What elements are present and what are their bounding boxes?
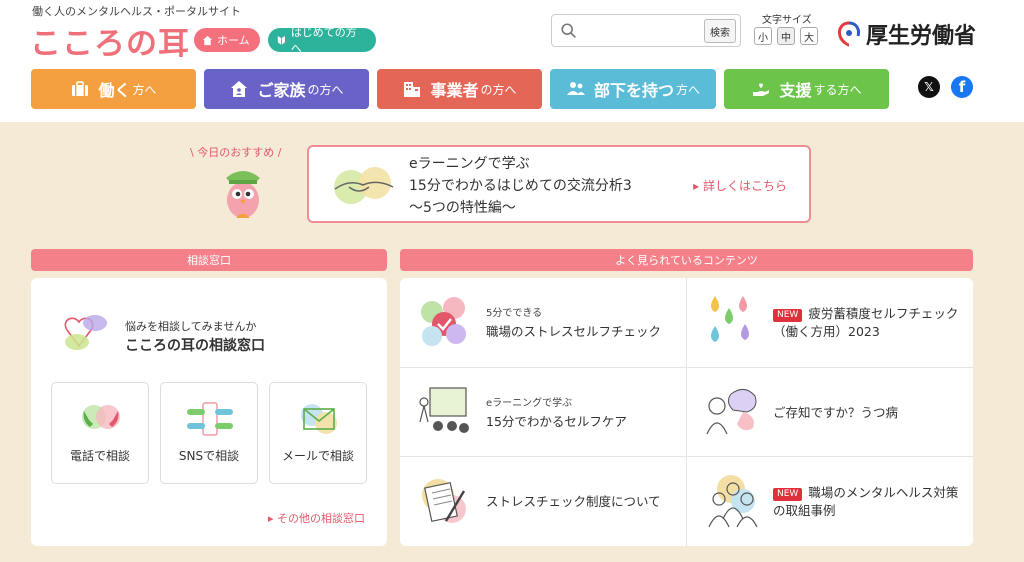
- popular-item-title: ご存知ですか？うつ病: [773, 404, 899, 420]
- helping-hand-icon: [753, 83, 770, 96]
- recommend-line-2: 15分でわかるはじめての交流分析3: [409, 178, 632, 194]
- building-icon: [404, 82, 421, 97]
- nav-managers[interactable]: 部下を持つ 方へ: [550, 69, 716, 109]
- nav-employers-suffix: の方へ: [480, 82, 517, 97]
- workplace-team-icon: [708, 475, 758, 528]
- site-logo[interactable]: こころの耳: [30, 18, 190, 63]
- nav-supporters-label: 支援: [779, 81, 812, 100]
- ministry-logo[interactable]: 厚生労働省: [836, 18, 976, 50]
- recommend-more-link[interactable]: ▸ 詳しくはこちら: [693, 177, 787, 194]
- ministry-emblem-icon: [838, 21, 860, 47]
- home-icon: [202, 35, 213, 45]
- font-size-small-button[interactable]: 小: [754, 27, 772, 45]
- site-tagline: 働く人のメンタルヘルス・ポータルサイト: [32, 5, 241, 18]
- font-size-medium-button[interactable]: 中: [777, 27, 795, 45]
- facebook-icon[interactable]: f: [951, 76, 973, 98]
- first-visit-button[interactable]: はじめての方へ: [268, 26, 376, 55]
- popular-item-stress-check[interactable]: 5分でできる 職場のストレスセルフチェック: [400, 278, 686, 367]
- font-size-label: 文字サイズ: [762, 15, 812, 26]
- consult-subtitle: 悩みを相談してみませんか: [125, 320, 257, 333]
- main-content: \ 今日のおすすめ / eラーニングで学ぶ 15分でわかるはじめての交流分析3 …: [0, 122, 1024, 562]
- people-icon: [566, 82, 585, 95]
- ministry-name: 厚生労働省: [866, 24, 977, 49]
- popular-item-selfcare[interactable]: eラーニングで学ぶ 15分でわかるセルフケア: [400, 368, 686, 457]
- popular-item-stress-system[interactable]: ストレスチェック制度について: [400, 457, 686, 546]
- mail-consult-card[interactable]: メールで相談: [269, 382, 367, 484]
- consult-heading: 相談窓口: [31, 249, 387, 271]
- popular-item-text: ストレスチェック制度について: [486, 457, 676, 546]
- recommend-line-1: eラーニングで学ぶ: [409, 156, 530, 172]
- nav-managers-label: 部下を持つ: [593, 81, 674, 100]
- beginner-mark-icon: [277, 35, 285, 45]
- popular-item-subtitle: 5分でできる: [486, 307, 543, 319]
- mail-consult-label: メールで相談: [281, 449, 354, 463]
- popular-item-title: NEW 職場のメンタルヘルス対策の取組事例: [773, 484, 963, 520]
- nav-family[interactable]: ご家族 の方へ: [204, 69, 369, 109]
- popular-item-depression[interactable]: ご存知ですか？うつ病: [687, 368, 973, 457]
- popular-item-case-studies[interactable]: NEW 職場のメンタルヘルス対策の取組事例: [687, 457, 973, 546]
- nav-supporters-suffix: する方へ: [813, 82, 862, 97]
- nav-family-label: ご家族: [257, 81, 306, 100]
- new-badge: NEW: [773, 487, 803, 501]
- site-header: 働く人のメンタルヘルス・ポータルサイト こころの耳 ホーム はじめての方へ 検索…: [0, 0, 1024, 122]
- popular-item-title: 15分でわかるセルフケア: [486, 413, 627, 429]
- popular-item-subtitle: eラーニングで学ぶ: [486, 397, 573, 409]
- phone-consult-label: 電話で相談: [69, 449, 130, 463]
- document-pen-icon: [422, 479, 466, 523]
- nav-workers-suffix: 方へ: [132, 82, 157, 97]
- nav-workers-label: 働く: [98, 81, 131, 100]
- search-input[interactable]: [584, 20, 702, 42]
- home-button[interactable]: ホーム: [194, 28, 260, 52]
- recommend-text: eラーニングで学ぶ 15分でわかるはじめての交流分析3 〜5つの特性編〜: [409, 153, 632, 219]
- popular-item-text: NEW 職場のメンタルヘルス対策の取組事例: [773, 457, 963, 546]
- lecture-board-icon: [419, 387, 469, 433]
- recommend-label: \ 今日のおすすめ /: [190, 146, 282, 159]
- phone-consult-card[interactable]: 電話で相談: [51, 382, 149, 484]
- checkmark-bubbles-icon: [421, 297, 466, 346]
- popular-item-title: ストレスチェック制度について: [486, 493, 661, 509]
- nav-employers[interactable]: 事業者 の方へ: [377, 69, 542, 109]
- handshake-illustration-icon: [334, 167, 394, 204]
- nav-family-suffix: の方へ: [307, 82, 344, 97]
- recommend-card[interactable]: eラーニングで学ぶ 15分でわかるはじめての交流分析3 〜5つの特性編〜 ▸ 詳…: [307, 145, 811, 223]
- popular-item-title: NEW 疲労蓄積度セルフチェック（働く方用）2023: [773, 305, 963, 341]
- popular-item-title: 職場のストレスセルフチェック: [486, 323, 662, 339]
- popular-item-text: 5分でできる 職場のストレスセルフチェック: [486, 278, 676, 367]
- home-button-label: ホーム: [217, 34, 250, 47]
- consult-panel: 悩みを相談してみませんか こころの耳の相談窓口 電話で相談 SNSで相談 メール…: [31, 278, 387, 546]
- nav-supporters[interactable]: 支援 する方へ: [724, 69, 889, 109]
- consult-title[interactable]: こころの耳の相談窓口: [125, 335, 265, 355]
- search-icon: [561, 23, 576, 38]
- font-size-large-button[interactable]: 大: [800, 27, 818, 45]
- popular-panel: 5分でできる 職場のストレスセルフチェック NEW 疲労蓄積度セルフチェック（働く…: [400, 278, 973, 546]
- other-consult-link[interactable]: ▸ その他の相談窓口: [268, 510, 365, 526]
- nav-managers-suffix: 方へ: [676, 82, 701, 97]
- popular-item-text: NEW 疲労蓄積度セルフチェック（働く方用）2023: [773, 278, 963, 367]
- search-box: 検索: [551, 14, 741, 47]
- popular-item-fatigue-check[interactable]: NEW 疲労蓄積度セルフチェック（働く方用）2023: [687, 278, 973, 367]
- nav-employers-label: 事業者: [430, 81, 479, 100]
- briefcase-icon: [72, 81, 89, 96]
- sns-consult-card[interactable]: SNSで相談: [160, 382, 258, 484]
- recommend-line-3: 〜5つの特性編〜: [409, 200, 516, 216]
- popular-item-text: eラーニングで学ぶ 15分でわかるセルフケア: [486, 368, 676, 457]
- popular-heading: よく見られているコンテンツ: [400, 249, 973, 271]
- color-drops-icon: [711, 296, 749, 342]
- x-share-icon[interactable]: 𝕏: [918, 76, 940, 98]
- mascot-bird-icon: [226, 171, 260, 218]
- mail-icon: [301, 404, 337, 434]
- house-icon: [231, 81, 248, 97]
- phone-icon: [82, 405, 120, 429]
- sns-consult-label: SNSで相談: [178, 449, 240, 463]
- nav-workers[interactable]: 働く 方へ: [31, 69, 196, 109]
- depression-illustration-icon: [706, 389, 757, 435]
- new-badge: NEW: [773, 308, 803, 322]
- first-visit-label: はじめての方へ: [290, 26, 357, 55]
- search-button[interactable]: 検索: [704, 19, 736, 43]
- sns-chat-icon: [187, 402, 233, 436]
- popular-item-text: ご存知ですか？うつ病: [773, 368, 963, 457]
